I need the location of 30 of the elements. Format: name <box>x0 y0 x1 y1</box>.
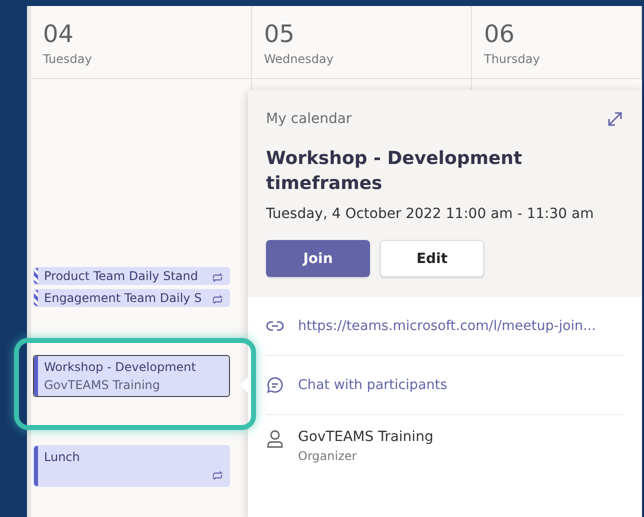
event-title: Workshop - Development timeframes <box>266 147 524 196</box>
event-title: Product Team Daily Stand <box>44 269 198 283</box>
calendar-name: My calendar <box>266 111 352 127</box>
event-title: Workshop - Development <box>44 360 196 374</box>
event-title: Lunch <box>44 450 80 464</box>
recurring-icon <box>211 469 224 482</box>
edit-button[interactable]: Edit <box>380 240 484 278</box>
organizer-name: GovTEAMS Training <box>298 429 434 446</box>
day-number: 05 <box>264 20 296 48</box>
person-icon <box>266 429 284 450</box>
chat-link[interactable]: Chat with participants <box>298 377 448 394</box>
calendar-event[interactable]: Engagement Team Daily S <box>33 289 230 307</box>
chat-icon <box>266 376 284 394</box>
event-organizer: GovTEAMS Training <box>44 378 161 392</box>
recurring-icon <box>211 271 224 284</box>
organizer-role: Organizer <box>298 449 358 464</box>
calendar-event[interactable]: Product Team Daily Stand <box>33 267 230 285</box>
day-number: 04 <box>43 20 75 48</box>
join-button[interactable]: Join <box>266 240 370 278</box>
recurring-icon <box>211 293 224 306</box>
calendar-event[interactable]: Workshop - Development GovTEAMS Training <box>33 355 230 397</box>
expand-icon[interactable] <box>606 110 624 128</box>
event-title: Engagement Team Daily S <box>44 291 202 305</box>
calendar-event[interactable]: Lunch <box>33 445 230 487</box>
meeting-link[interactable]: https://teams.microsoft.com/l/meetup-join... <box>298 318 596 334</box>
weekday-label: Thursday <box>484 52 541 66</box>
weekday-label: Wednesday <box>264 52 334 66</box>
event-time: Tuesday, 4 October 2022 11:00 am - 11:30 am <box>266 206 595 222</box>
day-number: 06 <box>484 20 516 48</box>
weekday-label: Tuesday <box>43 52 93 66</box>
